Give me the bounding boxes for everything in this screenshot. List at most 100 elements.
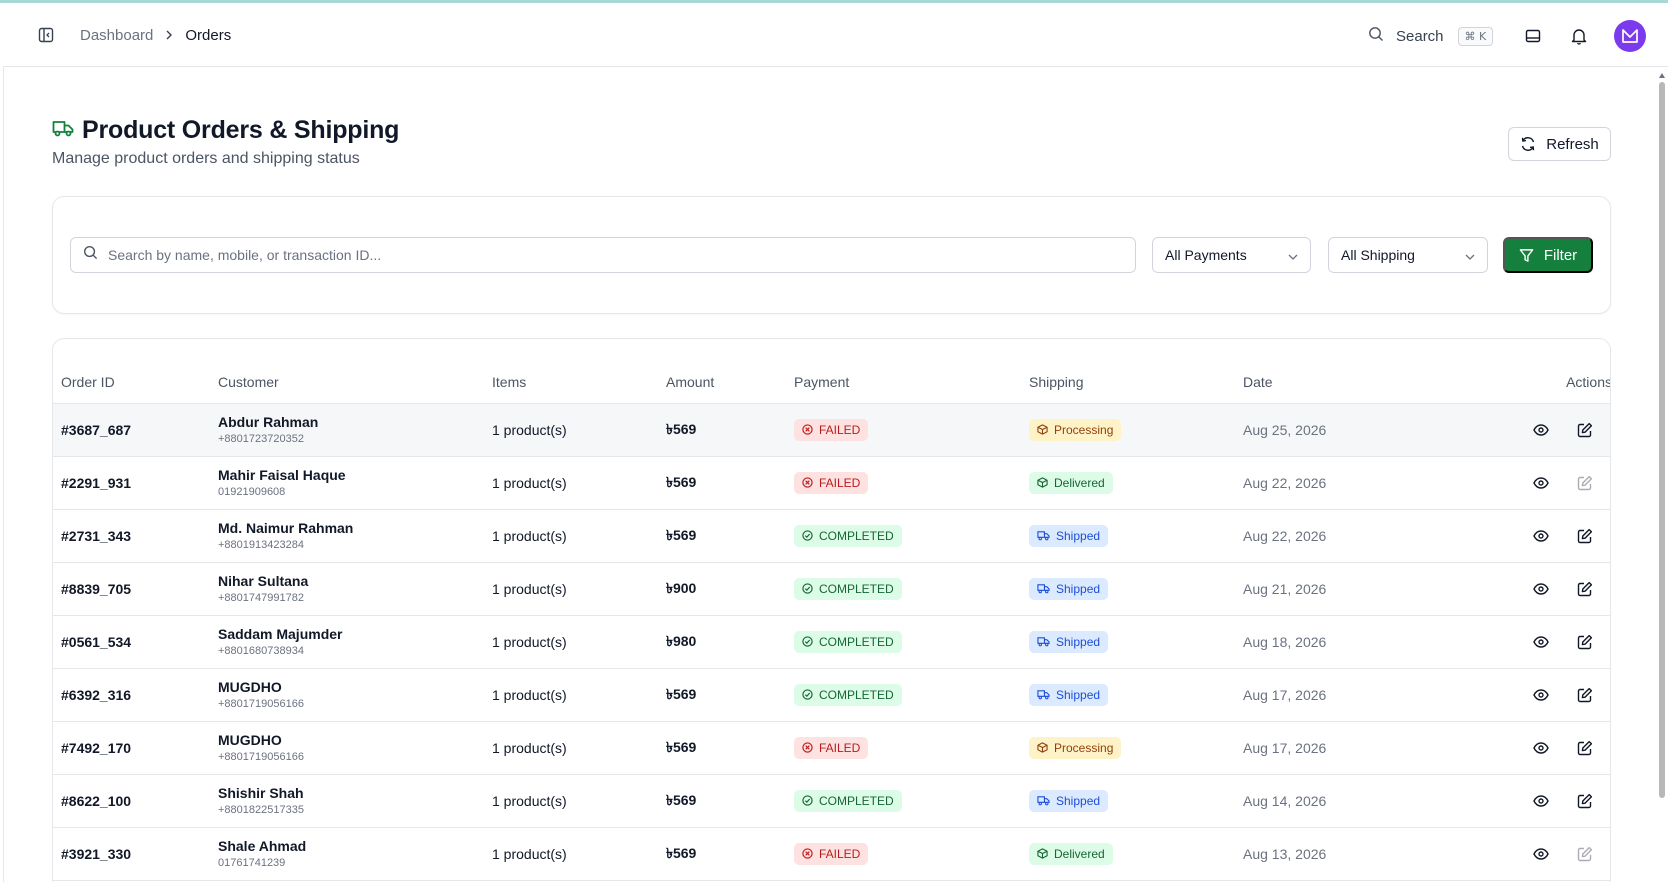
eye-icon[interactable] — [1530, 525, 1552, 547]
breadcrumb-orders: Orders — [185, 26, 232, 44]
order-amount: ৳900 — [666, 562, 794, 616]
package-check-icon — [1037, 477, 1048, 488]
eye-icon[interactable] — [1530, 472, 1552, 494]
column-header-actions: Actions — [1428, 339, 1610, 404]
payment-cell: COMPLETED — [794, 668, 1029, 722]
inbox-icon[interactable] — [1522, 25, 1544, 47]
truck-small-icon — [1037, 637, 1050, 647]
table-row[interactable]: #0561_534 Saddam Majumder +8801680738934… — [53, 615, 1610, 669]
x-circle-icon — [802, 848, 813, 859]
order-date: Aug 18, 2026 — [1243, 615, 1428, 669]
shipping-cell: Shipped — [1029, 615, 1243, 669]
customer-phone: +8801822517335 — [218, 804, 304, 816]
edit-icon[interactable] — [1574, 737, 1596, 759]
table-row[interactable]: #2291_931 Mahir Faisal Haque 01921909608… — [53, 456, 1610, 510]
shipping-cell: Delivered — [1029, 456, 1243, 510]
eye-icon[interactable] — [1530, 419, 1552, 441]
customer-name: Shishir Shah — [218, 785, 304, 801]
filter-label: Filter — [1543, 246, 1578, 264]
order-items: 1 product(s) — [492, 668, 666, 722]
funnel-icon — [1519, 248, 1534, 262]
refresh-label: Refresh — [1546, 135, 1599, 153]
order-date: Aug 21, 2026 — [1243, 562, 1428, 616]
column-header-date: Date — [1243, 339, 1428, 404]
scroll-thumb[interactable] — [1659, 82, 1665, 798]
truck-icon — [52, 119, 74, 142]
chevron-down-icon — [1288, 247, 1298, 263]
avatar-logo-icon — [1622, 29, 1638, 43]
x-circle-icon — [802, 742, 813, 753]
order-amount: ৳569 — [666, 668, 794, 722]
order-items: 1 product(s) — [492, 562, 666, 616]
table-row[interactable]: #7492_170 MUGDHO +8801719056166 1 produc… — [53, 721, 1610, 775]
eye-icon[interactable] — [1530, 737, 1552, 759]
actions-cell — [1428, 615, 1610, 669]
check-circle-icon — [802, 689, 813, 700]
search-icon — [1368, 26, 1384, 47]
refresh-button[interactable]: Refresh — [1508, 127, 1611, 161]
global-search-button[interactable]: Search ⌘ K — [1368, 23, 1494, 49]
page-scrollbar[interactable] — [1656, 67, 1668, 882]
eye-icon[interactable] — [1530, 790, 1552, 812]
scroll-up-arrow-icon[interactable] — [1659, 73, 1665, 78]
chevron-right-icon — [165, 29, 173, 41]
payment-status-select[interactable]: All Payments — [1152, 237, 1311, 273]
search-shortcut: ⌘ K — [1457, 26, 1494, 46]
order-items: 1 product(s) — [492, 827, 666, 881]
table-row[interactable]: #2731_343 Md. Naimur Rahman +88019134232… — [53, 509, 1610, 563]
shipping-select-value: All Shipping — [1341, 247, 1415, 263]
customer-cell: Nihar Sultana +8801747991782 — [218, 562, 492, 616]
breadcrumb: Dashboard Orders — [80, 25, 231, 45]
customer-phone: +8801723720352 — [218, 433, 304, 445]
customer-name: MUGDHO — [218, 679, 282, 695]
page-title: Product Orders & Shipping — [82, 116, 400, 144]
order-search-input[interactable] — [108, 247, 1088, 263]
table-row[interactable]: #8839_705 Nihar Sultana +8801747991782 1… — [53, 562, 1610, 616]
order-items: 1 product(s) — [492, 456, 666, 510]
check-circle-icon — [802, 636, 813, 647]
filter-button[interactable]: Filter — [1503, 237, 1593, 273]
payment-status-badge: COMPLETED — [794, 577, 902, 600]
eye-icon[interactable] — [1530, 631, 1552, 653]
x-circle-icon — [802, 424, 813, 435]
check-circle-icon — [802, 795, 813, 806]
order-amount: ৳569 — [666, 827, 794, 881]
order-search-box[interactable] — [70, 237, 1136, 273]
refresh-icon — [1522, 137, 1535, 151]
eye-icon[interactable] — [1530, 843, 1552, 865]
orders-table: Order ID Customer Items Amount Payment S… — [53, 339, 1610, 881]
customer-phone: 01921909608 — [218, 486, 286, 498]
truck-small-icon — [1037, 690, 1050, 700]
order-amount: ৳569 — [666, 403, 794, 457]
check-circle-icon — [802, 530, 813, 541]
avatar[interactable] — [1614, 20, 1646, 52]
actions-cell — [1428, 562, 1610, 616]
table-row[interactable]: #6392_316 MUGDHO +8801719056166 1 produc… — [53, 668, 1610, 722]
edit-icon[interactable] — [1574, 684, 1596, 706]
column-header-shipping: Shipping — [1029, 339, 1243, 404]
payment-cell: FAILED — [794, 827, 1029, 881]
table-row[interactable]: #3687_687 Abdur Rahman +8801723720352 1 … — [53, 403, 1610, 457]
bell-icon[interactable] — [1568, 25, 1590, 47]
customer-cell: Mahir Faisal Haque 01921909608 — [218, 456, 492, 510]
order-id: #7492_170 — [53, 721, 218, 775]
order-date: Aug 17, 2026 — [1243, 668, 1428, 722]
truck-small-icon — [1037, 584, 1050, 594]
shipping-status-badge: Delivered — [1029, 842, 1113, 865]
orders-table-body: #3687_687 Abdur Rahman +8801723720352 1 … — [53, 403, 1610, 881]
shipping-status-select[interactable]: All Shipping — [1328, 237, 1488, 273]
edit-icon[interactable] — [1574, 525, 1596, 547]
edit-icon[interactable] — [1574, 578, 1596, 600]
table-row[interactable]: #8622_100 Shishir Shah +8801822517335 1 … — [53, 774, 1610, 828]
breadcrumb-dashboard[interactable]: Dashboard — [80, 27, 153, 44]
table-row[interactable]: #3921_330 Shale Ahmad 01761741239 1 prod… — [53, 827, 1610, 881]
truck-small-icon — [1037, 796, 1050, 806]
edit-icon[interactable] — [1574, 631, 1596, 653]
eye-icon[interactable] — [1530, 684, 1552, 706]
shipping-status-badge: Shipped — [1029, 683, 1109, 706]
eye-icon[interactable] — [1530, 578, 1552, 600]
edit-icon[interactable] — [1574, 419, 1596, 441]
edit-icon[interactable] — [1574, 790, 1596, 812]
shipping-status-badge: Shipped — [1029, 577, 1109, 600]
sidebar-toggle-icon[interactable] — [36, 25, 56, 45]
